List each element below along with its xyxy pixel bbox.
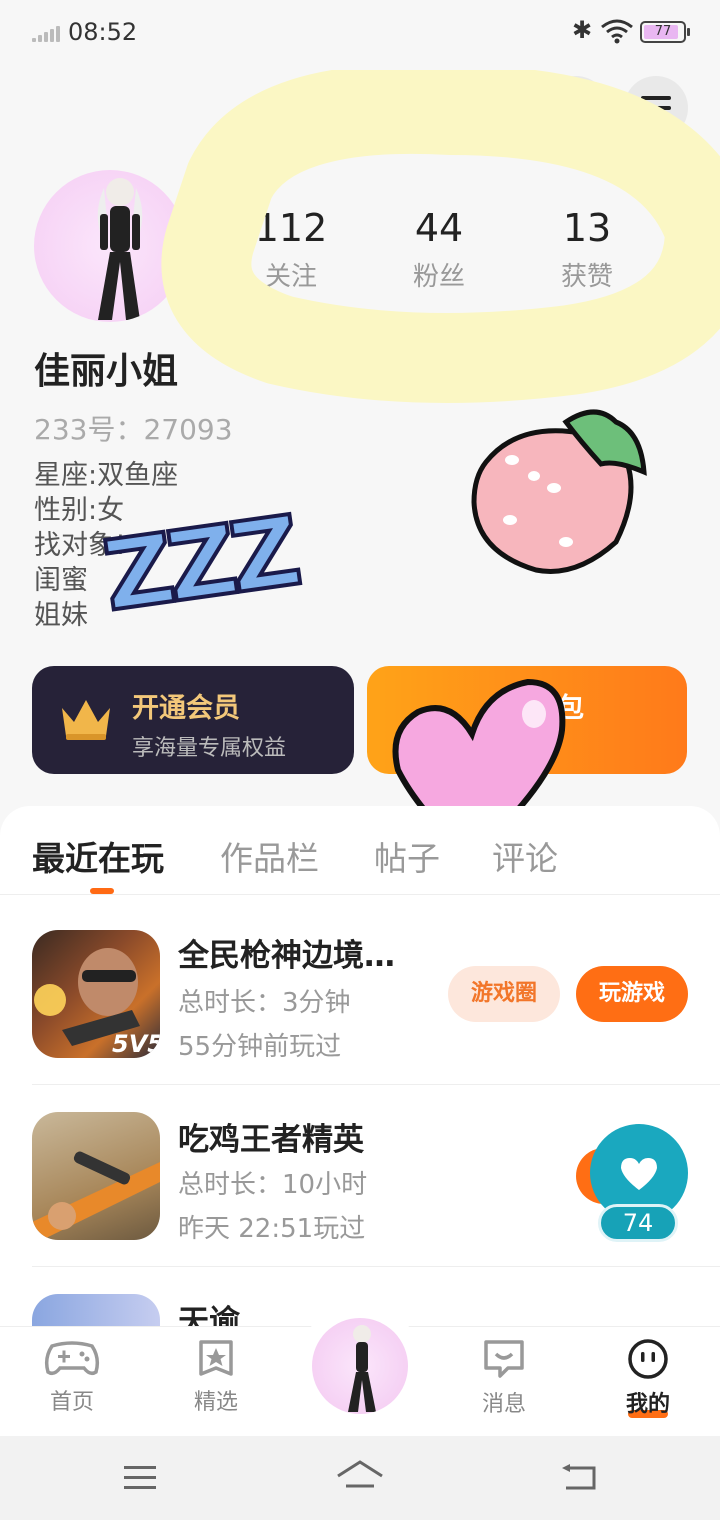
vip-subtitle: 享海量专属权益 [132, 736, 287, 761]
game-circle-button[interactable]: 游戏圈 [448, 966, 560, 1022]
game-last-played-1: 55分钟前玩过 [178, 1032, 342, 1062]
nav-me[interactable]: 我的 [608, 1338, 688, 1418]
play-game-button[interactable]: 玩游戏 [576, 966, 688, 1022]
profile-uid: 233号：27093 [34, 413, 233, 446]
bluetooth-icon: ✱ [572, 16, 593, 44]
nav-messages[interactable]: 消息 [464, 1338, 544, 1418]
battery-level: 77 [654, 24, 672, 39]
floating-like-count: 74 [598, 1204, 678, 1242]
game-duration-1: 总时长：3分钟 [178, 988, 351, 1018]
tab-recently-played[interactable]: 最近在玩 [32, 832, 164, 880]
heart-icon [621, 1158, 657, 1190]
tab-works[interactable]: 作品栏 [220, 832, 319, 880]
strawberry-sticker [471, 409, 647, 574]
signal-icon [32, 26, 62, 42]
vip-title: 开通会员 [132, 693, 240, 724]
star-bookmark-icon [199, 1340, 233, 1376]
smile-face-icon [628, 1339, 668, 1379]
nav-featured[interactable]: 精选 [176, 1338, 256, 1416]
crown-icon [62, 700, 110, 740]
message-icon [484, 1340, 524, 1378]
content-panel [0, 806, 720, 1326]
game-title-1[interactable]: 全民枪神边境… [178, 930, 395, 975]
game-title-3[interactable]: 天谕 [178, 1296, 240, 1326]
nav-featured-label: 精选 [193, 1390, 238, 1415]
yellow-scribble-sticker [161, 70, 720, 403]
game-icon-3[interactable] [32, 1294, 160, 1326]
bio-line: 星座:双鱼座 [34, 460, 179, 491]
nav-me-label: 我的 [625, 1392, 670, 1417]
vip-membership-card[interactable]: 开通会员 享海量专属权益 [32, 666, 354, 774]
back-system-icon[interactable] [560, 1462, 600, 1492]
system-nav-bar [0, 1436, 720, 1520]
nav-home[interactable]: 首页 [32, 1338, 112, 1416]
game-last-played-2: 昨天 22:51玩过 [178, 1214, 366, 1244]
game-duration-2: 总时长：10小时 [178, 1170, 368, 1200]
game-icon-1[interactable]: 5V5 [32, 930, 160, 1058]
status-time: 08:52 [68, 18, 138, 46]
game-art-sniper [32, 1151, 160, 1240]
game-title-2[interactable]: 吃鸡王者精英 [178, 1114, 364, 1159]
game-art-shooter: 5V5 [34, 948, 160, 1058]
tab-comments[interactable]: 评论 [492, 832, 558, 880]
tabs-divider [0, 894, 720, 895]
list-separator [32, 1266, 720, 1267]
nav-messages-label: 消息 [481, 1392, 526, 1417]
home-system-icon[interactable] [336, 1460, 384, 1494]
status-bar: 08:52 ✱ 77 [0, 0, 720, 66]
gamepad-icon [44, 1341, 100, 1376]
battery-indicator: 77 [640, 21, 690, 43]
avatar-character-mini [348, 1325, 376, 1412]
nav-home-label: 首页 [49, 1390, 94, 1415]
list-separator [32, 1084, 720, 1085]
wifi-icon [601, 19, 633, 44]
tab-posts[interactable]: 帖子 [374, 832, 440, 880]
center-avatar-button[interactable] [312, 1318, 408, 1414]
game-icon-2[interactable] [32, 1112, 160, 1240]
recent-apps-icon[interactable] [122, 1464, 158, 1492]
